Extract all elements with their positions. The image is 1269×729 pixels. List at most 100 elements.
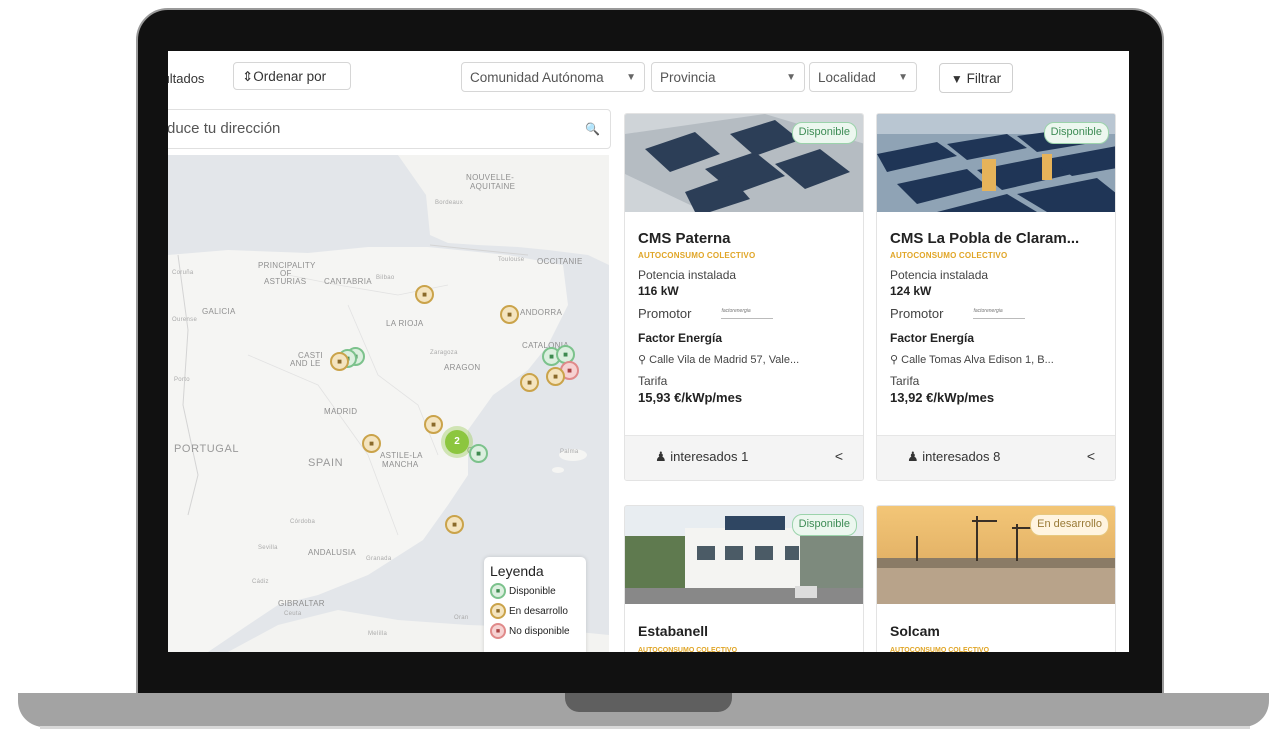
map-label-region: ARAGON xyxy=(444,363,481,372)
project-card[interactable]: Disponible CMS La Pobla de Claram... AUT… xyxy=(876,113,1116,481)
results-label: sultados xyxy=(168,71,205,86)
card-body: CMS La Pobla de Claram... AUTOCONSUMO CO… xyxy=(890,230,1105,405)
power-label: Potencia instalada xyxy=(890,268,989,282)
map-label-city: Córdoba xyxy=(290,519,316,525)
promoter-logo: factorenergia xyxy=(721,308,774,319)
project-type: AUTOCONSUMO COLECTIVO xyxy=(638,251,756,260)
interested-count[interactable]: ♟ interesados 8 xyxy=(907,449,1000,465)
promoter-label: Promotor xyxy=(890,306,944,321)
promoter-label: Promotor xyxy=(638,306,692,321)
solar-panel-icon[interactable]: ■ xyxy=(520,373,539,392)
map-label-city: Coruña xyxy=(172,270,194,276)
project-title[interactable]: CMS Paterna xyxy=(638,230,853,247)
map-label-city: Bordeaux xyxy=(435,200,464,206)
status-badge: Disponible xyxy=(791,122,857,144)
legend-item-label: Disponible xyxy=(509,585,556,597)
locality-select-label: Localidad xyxy=(818,70,876,85)
locality-select[interactable]: Localidad ▼ xyxy=(809,62,917,92)
marker-cluster[interactable]: 2 xyxy=(445,430,469,454)
address: ⚲ Calle Tomas Alva Edison 1, B... xyxy=(890,353,1105,366)
address-text: Calle Tomas Alva Edison 1, B... xyxy=(901,354,1054,366)
map-pin-icon: ⚲ xyxy=(890,354,899,366)
share-icon[interactable]: < xyxy=(1087,448,1095,464)
share-icon[interactable]: < xyxy=(835,448,843,464)
filter-button[interactable]: ▼ Filtrar xyxy=(939,63,1013,93)
map-label-region: ANDORRA xyxy=(520,308,563,317)
map-label-city: Sevilla xyxy=(258,545,278,551)
solar-panel-icon[interactable]: ■ xyxy=(500,305,519,324)
card-body: CMS Paterna AUTOCONSUMO COLECTIVO Potenc… xyxy=(638,230,853,405)
sort-dropdown[interactable]: ⇕Ordenar por xyxy=(233,62,351,90)
status-badge: Disponible xyxy=(791,514,857,536)
status-badge: En desarrollo xyxy=(1030,514,1109,536)
project-card[interactable]: Disponible Estabanell AUTOCONSUMO COLECT… xyxy=(624,505,864,652)
map-label-city: Toulouse xyxy=(498,257,525,263)
map-label-city: Ourense xyxy=(172,317,198,323)
interested-text: interesados 8 xyxy=(922,449,1001,464)
project-title[interactable]: Estabanell xyxy=(638,623,708,639)
legend-item: ■ En desarrollo xyxy=(490,603,580,619)
app-screen: sultados ⇕Ordenar por Comunidad Autónoma… xyxy=(168,51,1129,652)
map-label-city: Cádiz xyxy=(252,579,269,585)
solar-panel-icon[interactable]: ■ xyxy=(415,285,434,304)
promoter-name: Factor Energía xyxy=(890,331,975,345)
province-select[interactable]: Provincia ▼ xyxy=(651,62,805,92)
card-footer: ♟ interesados 8 < xyxy=(877,435,1115,480)
map-label-region: ANDALUSIA xyxy=(308,548,357,557)
solar-panel-icon: ■ xyxy=(490,623,506,639)
user-icon: ♟ xyxy=(907,449,919,464)
address: ⚲ Calle Vila de Madrid 57, Vale... xyxy=(638,353,853,366)
tariff-label: Tarifa xyxy=(890,374,920,388)
project-photo: Disponible xyxy=(625,114,863,212)
promoter-row: Promotor factorenergia xyxy=(890,306,1105,321)
map-label-city: Melilla xyxy=(368,631,388,637)
map-label-city: Zaragoza xyxy=(430,350,458,356)
map-label-city: Palma xyxy=(560,449,579,455)
project-photo: Disponible xyxy=(877,114,1115,212)
search-icon[interactable]: 🔍 xyxy=(585,110,600,148)
map-legend: Leyenda ■ Disponible ■ En desarrollo ■ N… xyxy=(484,557,586,652)
solar-panel-icon[interactable]: ■ xyxy=(362,434,381,453)
laptop-notch xyxy=(565,693,732,712)
funnel-icon: ▼ xyxy=(950,72,963,86)
tariff-value: 15,93 €/kWp/mes xyxy=(638,390,743,405)
toolbar: sultados ⇕Ordenar por Comunidad Autónoma… xyxy=(168,51,1129,107)
map[interactable]: NOUVELLE- AQUITAINE Bordeaux Toulouse OC… xyxy=(168,155,609,652)
legend-item-label: No disponible xyxy=(509,625,570,637)
tariff-value: 13,92 €/kWp/mes xyxy=(890,390,995,405)
chevron-down-icon: ▼ xyxy=(786,72,796,83)
solar-panel-icon[interactable]: ■ xyxy=(424,415,443,434)
chevron-down-icon: ▼ xyxy=(898,72,908,83)
card-footer: ♟ interesados 1 < xyxy=(625,435,863,480)
search-placeholder: duce tu dirección xyxy=(168,120,281,137)
project-photo: En desarrollo xyxy=(877,506,1115,604)
project-card[interactable]: Disponible CMS Paterna AUTOCONSUMO COLEC… xyxy=(624,113,864,481)
community-select[interactable]: Comunidad Autónoma ▼ xyxy=(461,62,645,92)
map-label-city: Bilbao xyxy=(376,275,395,281)
community-select-label: Comunidad Autónoma xyxy=(470,70,604,85)
legend-item-label: En desarrollo xyxy=(509,605,568,617)
project-card[interactable]: En desarrollo Solcam AUTOCONSUMO COLECTI… xyxy=(876,505,1116,652)
map-label-city: Oran xyxy=(454,615,469,621)
solar-panel-icon: ■ xyxy=(490,583,506,599)
address-search-input[interactable]: duce tu dirección 🔍 xyxy=(168,109,611,149)
interested-count[interactable]: ♟ interesados 1 xyxy=(655,449,748,465)
project-photo: Disponible xyxy=(625,506,863,604)
project-title[interactable]: CMS La Pobla de Claram... xyxy=(890,230,1105,247)
power-value: 124 kW xyxy=(890,284,932,298)
solar-panel-icon[interactable]: ■ xyxy=(546,367,565,386)
promoter-row: Promotor factorenergia xyxy=(638,306,853,321)
project-type: AUTOCONSUMO COLECTIVO xyxy=(638,647,738,652)
power-label: Potencia instalada xyxy=(638,268,737,282)
map-label-city: Ceuta xyxy=(284,611,302,617)
solar-panel-icon[interactable]: ■ xyxy=(330,352,349,371)
project-title[interactable]: Solcam xyxy=(890,623,940,639)
map-label-region: ASTILE-LA xyxy=(380,451,423,460)
map-label-country: PORTUGAL xyxy=(174,443,240,455)
legend-title: Leyenda xyxy=(490,563,544,579)
map-label-country: SPAIN xyxy=(308,457,344,469)
project-type: AUTOCONSUMO COLECTIVO xyxy=(890,647,990,652)
map-label-region: MADRID xyxy=(324,407,358,416)
solar-panel-icon[interactable]: ■ xyxy=(469,444,488,463)
solar-panel-icon[interactable]: ■ xyxy=(445,515,464,534)
